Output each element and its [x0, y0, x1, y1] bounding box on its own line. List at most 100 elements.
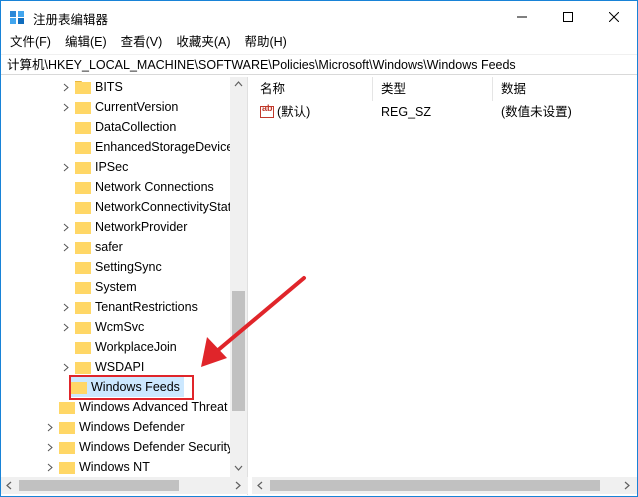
menu-view[interactable]: 查看(V): [114, 32, 170, 53]
tree-vertical-scrollbar[interactable]: [230, 77, 247, 477]
tree-item-label: Windows NT: [79, 460, 150, 474]
tree-item-bits[interactable]: BITS: [61, 77, 123, 97]
tree-item-windows-defender-security-center[interactable]: Windows Defender Security Center: [45, 437, 247, 457]
scroll-left-arrow-icon[interactable]: [257, 481, 263, 490]
regedit-app-icon: [10, 11, 24, 24]
values-pane: 名称 类型 数据 ab (默认) REG_SZ (数值未设置): [252, 77, 637, 477]
scroll-right-arrow-icon[interactable]: [235, 481, 241, 490]
scrollbar-thumb[interactable]: [232, 291, 245, 411]
folder-icon: [75, 101, 91, 114]
folder-icon: [75, 121, 91, 134]
folder-icon: [75, 321, 91, 334]
registry-editor-window: 注册表编辑器 文件(F) 编辑(E) 查看(V) 收藏夹(A) 帮助(H) 计算…: [0, 0, 638, 497]
tree-horizontal-scrollbar[interactable]: [1, 477, 248, 494]
menu-favorites[interactable]: 收藏夹(A): [169, 32, 237, 53]
tree-item-label: Windows Defender: [79, 420, 185, 434]
value-name[interactable]: (默认): [277, 101, 310, 123]
tree-item-label: SettingSync: [95, 260, 162, 274]
window-title: 注册表编辑器: [33, 13, 109, 27]
tree-item-system[interactable]: System: [61, 277, 137, 297]
column-header-name[interactable]: 名称: [252, 77, 373, 101]
no-chevron: [61, 197, 71, 217]
tree-item-label: Windows Advanced Threat Protection: [79, 400, 247, 414]
folder-icon: [75, 181, 91, 194]
tree-item-label: Network Connections: [95, 180, 214, 194]
chevron-right-icon[interactable]: [61, 317, 71, 337]
tree-item-label: BITS: [95, 80, 123, 94]
maximize-button[interactable]: [545, 1, 591, 32]
chevron-right-icon[interactable]: [61, 97, 71, 117]
chevron-right-icon[interactable]: [45, 437, 55, 457]
tree-item-label: NetworkConnectivityStatusIndicator: [95, 200, 247, 214]
tree-item-networkprovider[interactable]: NetworkProvider: [61, 217, 187, 237]
chevron-right-icon[interactable]: [45, 417, 55, 437]
menu-file[interactable]: 文件(F): [3, 32, 58, 53]
close-icon: [609, 11, 619, 22]
folder-icon: [75, 261, 91, 274]
tree-item-networkconnectivitystatusindicator[interactable]: NetworkConnectivityStatusIndicator: [61, 197, 247, 217]
folder-icon: [75, 201, 91, 214]
value-data: (数值未设置): [501, 105, 572, 119]
string-value-icon: ab: [260, 103, 274, 118]
tree-item-wcmsvc[interactable]: WcmSvc: [61, 317, 144, 337]
menu-edit[interactable]: 编辑(E): [58, 32, 114, 53]
tree-item-label: DataCollection: [95, 120, 177, 134]
tree-item-wsdapi[interactable]: WSDAPI: [61, 357, 144, 377]
folder-icon: [75, 221, 91, 234]
highlight-box: [69, 375, 194, 400]
chevron-right-icon[interactable]: [61, 217, 71, 237]
values-horizontal-scrollbar[interactable]: [252, 477, 637, 494]
close-button[interactable]: [591, 1, 637, 32]
column-header-data[interactable]: 数据: [493, 77, 633, 101]
tree-item-label: IPSec: [95, 160, 129, 174]
folder-icon: [75, 141, 91, 154]
menu-help[interactable]: 帮助(H): [237, 32, 293, 53]
tree-item-label: EnhancedStorageDevices: [95, 140, 240, 154]
address-bar[interactable]: 计算机\HKEY_LOCAL_MACHINE\SOFTWARE\Policies…: [1, 54, 637, 75]
folder-icon: [75, 80, 91, 94]
title-bar: 注册表编辑器: [1, 1, 637, 32]
tree-item-safer[interactable]: safer: [61, 237, 123, 257]
tree-item-enhancedstoragedevices[interactable]: EnhancedStorageDevices: [61, 137, 240, 157]
chevron-right-icon[interactable]: [45, 457, 55, 477]
tree-item-datacollection[interactable]: DataCollection: [61, 117, 176, 137]
tree-item-label: Windows Defender Security Center: [79, 440, 247, 454]
folder-icon: [75, 241, 91, 254]
folder-icon: [59, 461, 75, 474]
tree-item-windows-defender[interactable]: Windows Defender: [45, 417, 185, 437]
chevron-right-icon[interactable]: [61, 157, 71, 177]
tree-item-windows-nt[interactable]: Windows NT: [45, 457, 150, 477]
registry-tree: BITS CurrentVersion DataCollection Enhan…: [1, 77, 248, 495]
folder-icon: [75, 161, 91, 174]
tree-item-currentversion[interactable]: CurrentVersion: [61, 97, 178, 117]
column-header-type[interactable]: 类型: [373, 77, 493, 101]
chevron-right-icon[interactable]: [61, 357, 71, 377]
chevron-right-icon[interactable]: [61, 77, 71, 97]
folder-icon: [59, 441, 75, 454]
scrollbar-thumb[interactable]: [19, 480, 179, 491]
scroll-down-arrow-icon[interactable]: [234, 465, 243, 471]
scrollbar-thumb[interactable]: [270, 480, 600, 491]
tree-item-network-connections[interactable]: Network Connections: [61, 177, 214, 197]
tree-item-label: safer: [95, 240, 123, 254]
chevron-right-icon[interactable]: [61, 237, 71, 257]
tree-item-workplacejoin[interactable]: WorkplaceJoin: [61, 337, 177, 357]
scroll-right-arrow-icon[interactable]: [624, 481, 630, 490]
tree-item-ipsec[interactable]: IPSec: [61, 157, 128, 177]
maximize-icon: [563, 11, 573, 22]
tree-item-label: System: [95, 280, 137, 294]
tree-item-label: WcmSvc: [95, 320, 145, 334]
chevron-right-icon[interactable]: [61, 297, 71, 317]
scroll-left-arrow-icon[interactable]: [6, 481, 12, 490]
tree-item-settingsync[interactable]: SettingSync: [61, 257, 162, 277]
minimize-button[interactable]: [499, 1, 545, 32]
value-type: REG_SZ: [381, 105, 432, 119]
scroll-up-arrow-icon[interactable]: [234, 81, 243, 87]
tree-item-windows-advanced-threat-protection[interactable]: Windows Advanced Threat Protection: [45, 397, 247, 417]
no-chevron: [61, 337, 71, 357]
tree-item-tenantrestrictions[interactable]: TenantRestrictions: [61, 297, 198, 317]
folder-icon: [59, 401, 75, 414]
minimize-icon: [517, 16, 527, 17]
folder-icon: [75, 341, 91, 354]
tree-item-label: WSDAPI: [95, 360, 145, 374]
